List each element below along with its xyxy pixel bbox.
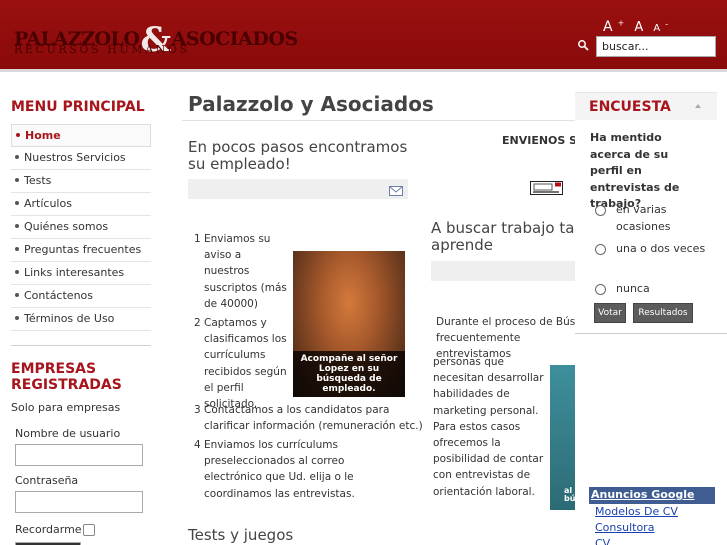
- main-content: Palazzolo y Asociados En pocos pasos enc…: [168, 75, 575, 545]
- orientation-photo: al bú: [550, 365, 575, 510]
- menu-item-links[interactable]: Links interesantes: [11, 262, 151, 285]
- remember-label: Recordarme: [15, 523, 82, 536]
- right-sidebar: ENCUESTA Ha mentido acerca de su perfil …: [575, 75, 727, 545]
- search-photo: Acompañe al señor Lopez en su búsqueda d…: [293, 251, 405, 397]
- ad-link-consultora[interactable]: Consultora: [595, 520, 715, 536]
- ad-link-modelos-cv[interactable]: Modelos De CV: [595, 504, 715, 520]
- radio-button[interactable]: [595, 244, 606, 255]
- bullet-icon: [15, 270, 19, 274]
- envienos-cv-heading: ENVIENOS SU: [502, 134, 575, 147]
- bullet-icon: [16, 133, 20, 137]
- vote-button[interactable]: Votar: [594, 303, 626, 323]
- ads-title[interactable]: Anuncios Google: [589, 487, 715, 504]
- bullet-icon: [15, 201, 19, 205]
- bullet-icon: [15, 316, 19, 320]
- bullet-icon: [15, 155, 19, 159]
- google-ads: Anuncios Google Modelos De CV Consultora…: [589, 487, 715, 545]
- menu-item-quienes-somos[interactable]: Quiénes somos: [11, 216, 151, 239]
- username-label: Nombre de usuario: [15, 427, 121, 440]
- poll-option[interactable]: una o dos veces: [595, 241, 706, 258]
- section-bar: [188, 179, 408, 199]
- font-reset-button[interactable]: A: [634, 20, 643, 35]
- step-item: 1 Enviamos su aviso a nuestros suscriptos…: [194, 233, 287, 310]
- empresas-subtitle: Solo para empresas: [11, 401, 121, 414]
- photo-caption: Acompañe al señor Lopez en su búsqueda d…: [293, 351, 405, 397]
- menu-item-home[interactable]: Home: [11, 124, 151, 147]
- menu-item-servicios[interactable]: Nuestros Servicios: [11, 147, 151, 170]
- search-icon: [578, 40, 589, 51]
- remember-checkbox[interactable]: [83, 524, 95, 536]
- username-input[interactable]: [15, 444, 143, 466]
- mail-icon[interactable]: [389, 186, 403, 196]
- menu-title: MENU PRINCIPAL: [11, 99, 145, 115]
- step-item: 2 Captamos y clasificamos los currículums…: [194, 317, 287, 411]
- menu-item-terminos[interactable]: Términos de Uso: [11, 308, 151, 331]
- poll-title: ENCUESTA: [589, 99, 671, 115]
- step-item: 3 Contactamos a los candidatos para clari…: [194, 404, 423, 433]
- radio-button[interactable]: [595, 284, 606, 295]
- personas-text: personas que necesitan desarrollar habil…: [433, 356, 544, 498]
- page-title: Palazzolo y Asociados: [188, 92, 434, 116]
- site-logo[interactable]: PALAZZOLO&ASOCIADOS RECURSOS HUMANOS: [14, 10, 298, 60]
- menu-item-preguntas[interactable]: Preguntas frecuentes: [11, 239, 151, 262]
- menu-item-tests[interactable]: Tests: [11, 170, 151, 193]
- title-divider: [182, 120, 575, 121]
- font-increase-button[interactable]: A +: [603, 18, 624, 35]
- font-decrease-button[interactable]: A-: [653, 20, 668, 34]
- password-input[interactable]: [15, 491, 143, 513]
- logo-subtitle: RECURSOS HUMANOS: [14, 43, 190, 56]
- collapse-icon[interactable]: [695, 104, 701, 108]
- step-item: 4 Enviamos los currículums preseleccionad…: [194, 439, 355, 500]
- section-title-buscar-trabajo: A buscar trabajo tan aprende: [431, 219, 575, 254]
- bullet-icon: [15, 178, 19, 182]
- poll-divider: [575, 333, 727, 334]
- main-menu: Home Nuestros Servicios Tests Artículos …: [11, 124, 151, 331]
- header: PALAZZOLO&ASOCIADOS RECURSOS HUMANOS A + …: [0, 0, 727, 72]
- sidebar-divider: [11, 345, 151, 346]
- results-button[interactable]: Resultados: [633, 303, 693, 323]
- menu-item-contactenos[interactable]: Contáctenos: [11, 285, 151, 308]
- photo2-caption: al bú: [564, 486, 575, 503]
- empresas-title: EMPRESAS REGISTRADAS: [11, 361, 122, 393]
- left-sidebar: MENU PRINCIPAL Home Nuestros Servicios T…: [0, 75, 168, 545]
- poll-option[interactable]: en varias ocasiones: [595, 202, 706, 235]
- search-input[interactable]: [596, 36, 716, 57]
- section-bar: [431, 261, 575, 281]
- menu-item-articulos[interactable]: Artículos: [11, 193, 151, 216]
- ad-link-cv[interactable]: CV: [595, 536, 715, 545]
- password-label: Contraseña: [15, 474, 79, 487]
- font-size-controls: A + A A-: [603, 16, 673, 35]
- tests-title: Tests y juegos: [188, 526, 294, 544]
- bullet-icon: [15, 247, 19, 251]
- section-title-empleado: En pocos pasos encontramos su empleado!: [188, 138, 408, 173]
- cv-send-icon[interactable]: [530, 181, 563, 195]
- poll-option[interactable]: nunca: [595, 281, 706, 298]
- bullet-icon: [15, 224, 19, 228]
- radio-button[interactable]: [595, 205, 606, 216]
- poll-header: ENCUESTA: [575, 92, 717, 120]
- bullet-icon: [15, 293, 19, 297]
- poll-question: Ha mentido acerca de su perfil en entrev…: [590, 131, 680, 210]
